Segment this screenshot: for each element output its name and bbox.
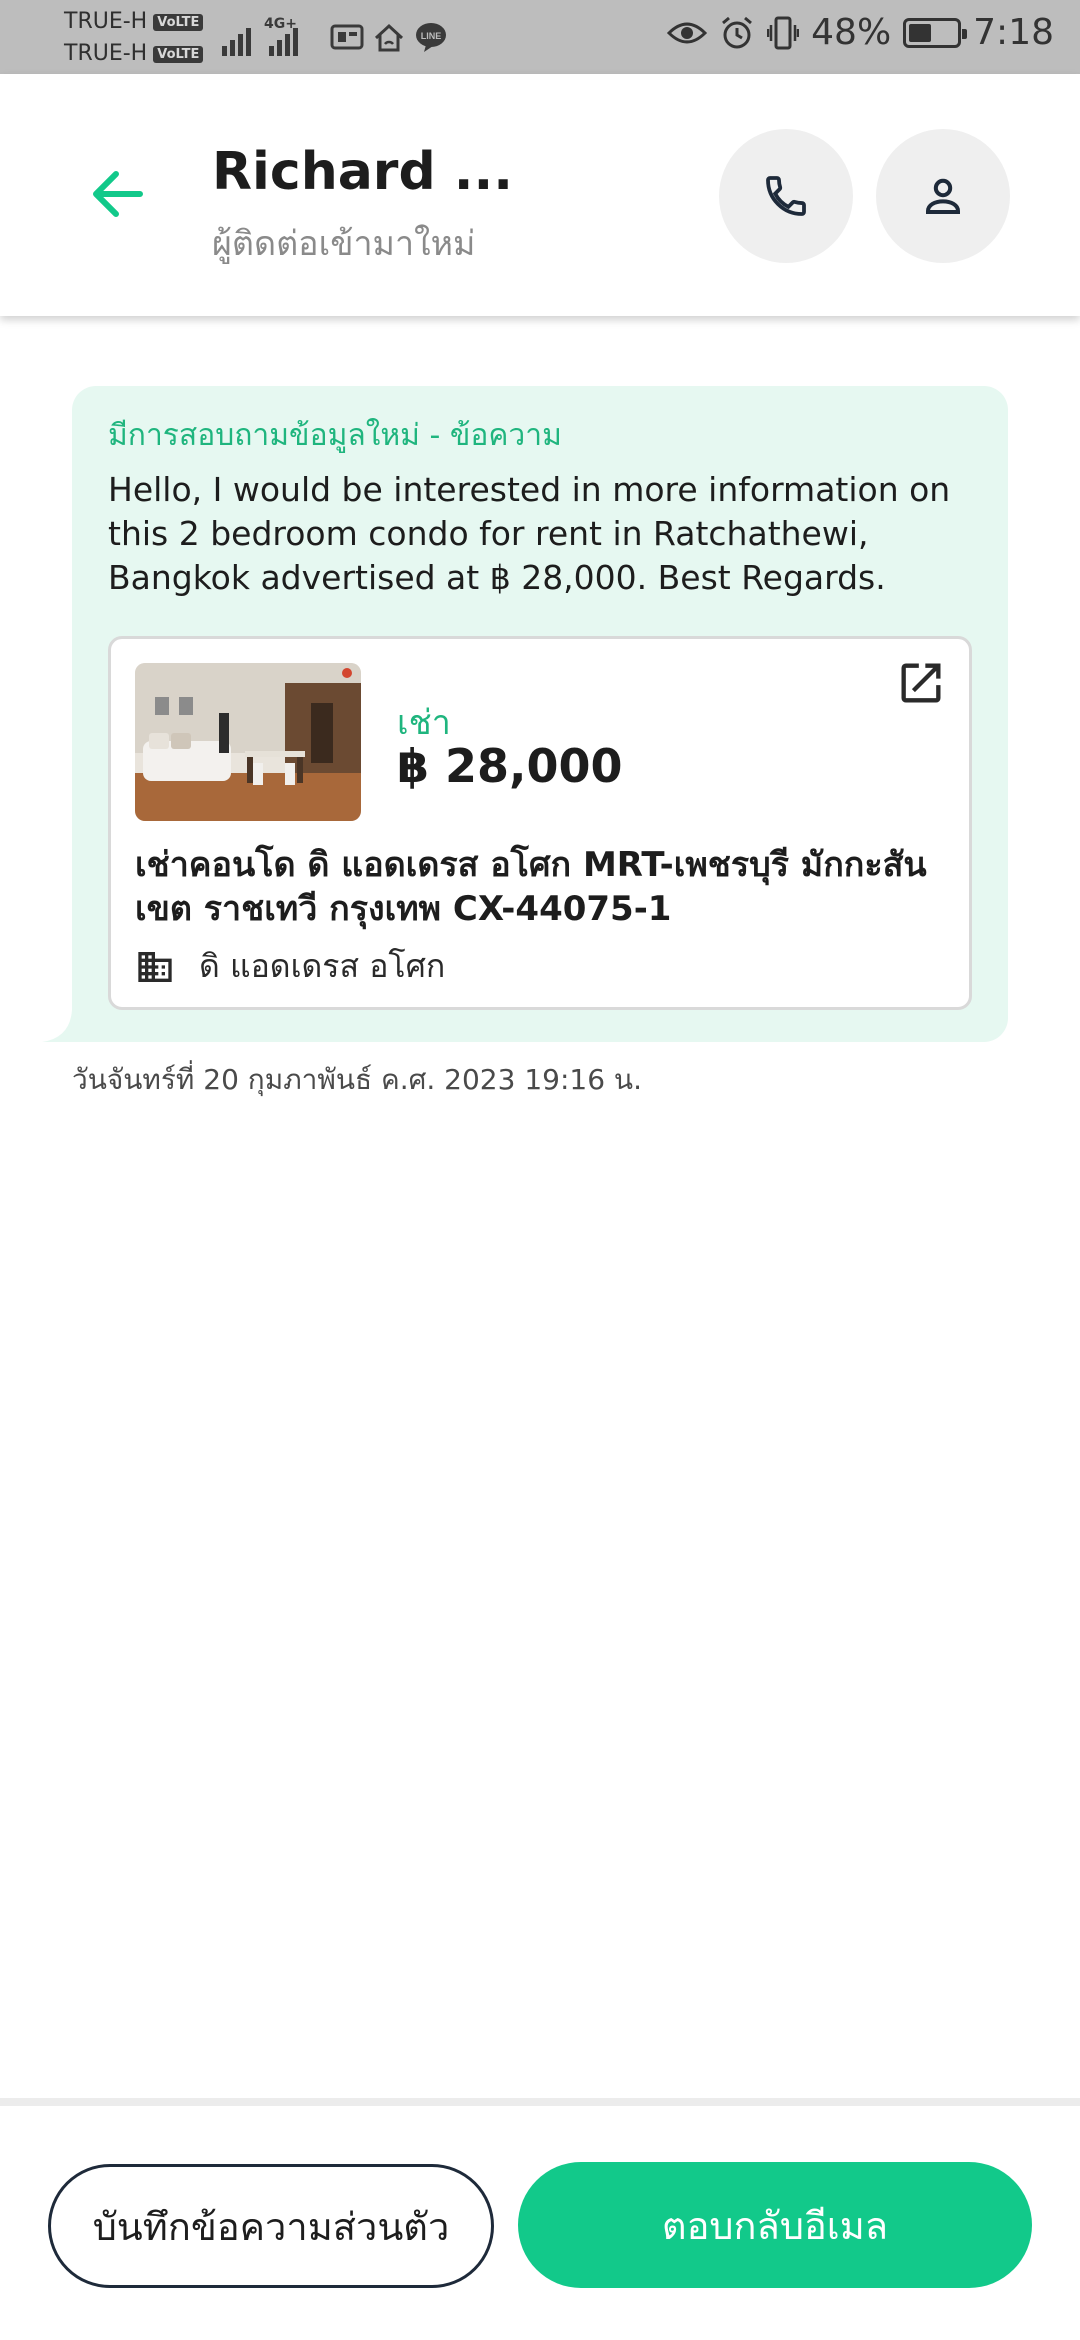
network-type-label: 4G+ xyxy=(264,16,297,32)
vibrate-icon xyxy=(767,16,800,49)
phone-icon xyxy=(766,176,806,216)
building-icon xyxy=(138,951,172,982)
back-arrow-icon[interactable] xyxy=(88,164,148,224)
call-button[interactable] xyxy=(719,129,853,263)
clock: 7:18 xyxy=(973,12,1054,53)
status-bar: TRUE-H VoLTE TRUE-H VoLTE 4G+ LINE 48% 7… xyxy=(0,0,1080,74)
project-name: ดิ แอดเดรส อโศก xyxy=(199,947,446,985)
carrier-2-name: TRUE-H xyxy=(64,41,148,66)
message-heading: มีการสอบถามข้อมูลใหม่ - ข้อความ xyxy=(108,418,562,453)
contact-name: Richard ... xyxy=(212,142,514,202)
listing-price: ฿ 28,000 xyxy=(397,739,623,793)
person-icon xyxy=(926,178,960,214)
eye-icon xyxy=(667,22,708,43)
svg-text:LINE: LINE xyxy=(421,31,442,41)
reply-email-button[interactable]: ตอบกลับอีเมล xyxy=(518,2162,1032,2288)
contact-profile-button[interactable] xyxy=(876,129,1010,263)
home-network-icon xyxy=(374,23,404,52)
message-bubble: มีการสอบถามข้อมูลใหม่ - ข้อความ Hello, I… xyxy=(72,386,1008,1042)
message-timestamp: วันจันทร์ที่ 20 กุมภาพันธ์ ค.ศ. 2023 19:… xyxy=(72,1063,642,1096)
contact-status: ผู้ติดต่อเข้ามาใหม่ xyxy=(212,224,476,264)
vpn-icon xyxy=(330,24,364,50)
bottom-action-bar: บันทึกข้อความส่วนตัว ตอบกลับอีเมล xyxy=(0,2098,1080,2340)
battery-icon xyxy=(903,17,968,48)
status-right-group: 48% 7:18 xyxy=(667,12,1054,53)
carrier-1-name: TRUE-H xyxy=(64,9,148,34)
line-app-icon: LINE xyxy=(416,23,446,52)
message-body: Hello, I would be interested in more inf… xyxy=(108,470,951,597)
battery-percent: 48% xyxy=(811,12,892,53)
signal-icon xyxy=(222,28,251,56)
listing-thumbnail xyxy=(135,663,361,821)
project-row: ดิ แอดเดรส อโศก xyxy=(135,941,445,992)
signal-4g-icon xyxy=(269,28,298,56)
volte-badge: VoLTE xyxy=(153,13,204,31)
alarm-icon xyxy=(722,16,753,48)
carrier-2: TRUE-H VoLTE xyxy=(64,41,204,66)
open-external-icon[interactable] xyxy=(895,657,947,709)
private-note-button[interactable]: บันทึกข้อความส่วนตัว xyxy=(48,2164,494,2288)
listing-title: เช่าคอนโด ดิ แอดเดรส อโศก MRT-เพชรบุรี ม… xyxy=(135,845,927,929)
listing-card[interactable]: เช่า ฿ 28,000 เช่าคอนโด ดิ แอดเดรส อโศก … xyxy=(108,636,972,1010)
volte-badge-2: VoLTE xyxy=(153,45,204,63)
carrier-1: TRUE-H VoLTE xyxy=(64,9,204,34)
conversation-header: Richard ... ผู้ติดต่อเข้ามาใหม่ xyxy=(0,74,1080,316)
